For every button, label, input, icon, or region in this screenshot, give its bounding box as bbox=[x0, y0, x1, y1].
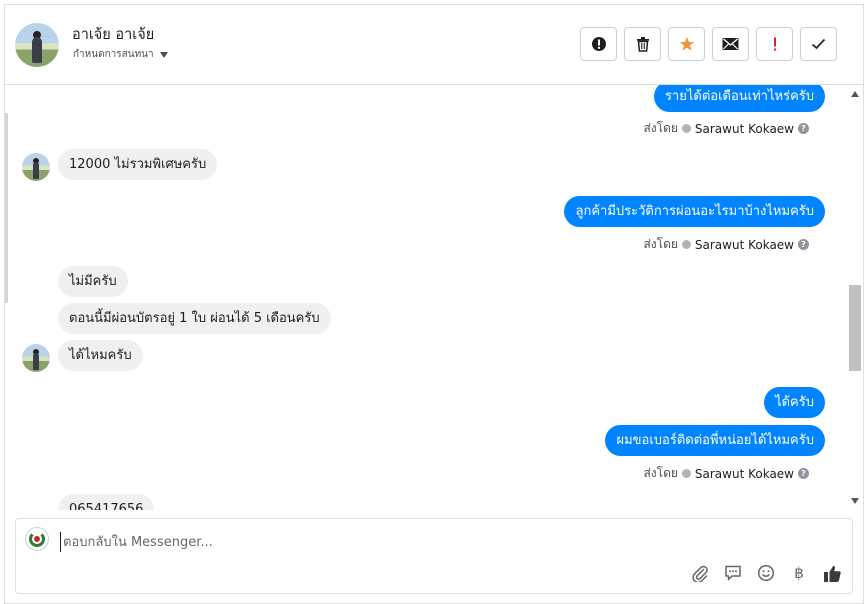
paperclip-icon bbox=[692, 565, 708, 582]
message-outgoing[interactable]: ลูกค้ามีประวัติการผ่อนอะไรมาบ้างไหมครับ bbox=[564, 196, 825, 227]
page-dot-icon bbox=[681, 124, 691, 133]
message-incoming[interactable]: ได้ไหมครับ bbox=[58, 340, 143, 371]
contact-avatar-small[interactable] bbox=[22, 344, 50, 372]
message-incoming[interactable]: 065417656 bbox=[58, 494, 155, 510]
assign-conversation-label: กำหนดการสนทนา bbox=[73, 49, 154, 60]
page-avatar bbox=[25, 527, 49, 551]
composer-tools: ฿ bbox=[690, 563, 842, 583]
attach-button[interactable] bbox=[690, 563, 710, 583]
message-outgoing[interactable]: ได้ครับ bbox=[764, 387, 825, 418]
assign-conversation-dropdown[interactable]: กำหนดการสนทนา bbox=[73, 47, 168, 62]
alert-circle-icon bbox=[591, 37, 606, 51]
caret-down-icon bbox=[159, 51, 168, 58]
trash-icon bbox=[636, 37, 649, 52]
speech-bubble-icon bbox=[725, 565, 741, 581]
message-incoming[interactable]: ตอนนี้มีผ่อนบัตรอยู่ 1 ใบ ผ่อนได้ 5 เดือ… bbox=[58, 303, 331, 334]
conversation-header: อาเจ้ย อาเจ้ย กำหนดการสนทนา bbox=[5, 5, 863, 85]
reply-composer: ฿ bbox=[15, 518, 853, 594]
mark-done-button[interactable] bbox=[800, 27, 837, 61]
sent-by-label: ส่งโดย bbox=[643, 466, 678, 480]
inbox-conversation-panel: อาเจ้ย อาเจ้ย กำหนดการสนทนา รายได้ต่อเดื… bbox=[4, 4, 864, 604]
scrollbar-thumb[interactable] bbox=[849, 285, 861, 371]
like-button[interactable] bbox=[822, 563, 842, 583]
sent-by-line: ส่งโดย Sarawut Kokaew ? bbox=[643, 235, 809, 254]
sent-by-label: ส่งโดย bbox=[643, 121, 678, 135]
help-icon[interactable]: ? bbox=[798, 468, 809, 479]
sent-by-agent[interactable]: Sarawut Kokaew bbox=[695, 122, 794, 136]
smiley-icon bbox=[757, 564, 775, 582]
message-outgoing[interactable]: ผมขอเบอร์ติดต่อพี่หน่อยได้ไหมครับ bbox=[605, 425, 825, 456]
message-incoming[interactable]: 12000 ไม่รวมพิเศษครับ bbox=[58, 149, 218, 180]
sent-by-label: ส่งโดย bbox=[643, 237, 678, 251]
reply-input[interactable] bbox=[60, 532, 760, 552]
sent-by-agent[interactable]: Sarawut Kokaew bbox=[695, 238, 794, 252]
left-edge-divider bbox=[5, 113, 8, 303]
help-icon[interactable]: ? bbox=[798, 123, 809, 134]
baht-icon: ฿ bbox=[794, 564, 804, 582]
delete-button[interactable] bbox=[624, 27, 661, 61]
saved-replies-button[interactable] bbox=[723, 563, 743, 583]
sent-by-agent[interactable]: Sarawut Kokaew bbox=[695, 467, 794, 481]
exclamation-icon bbox=[773, 37, 776, 51]
emoji-button[interactable] bbox=[756, 563, 776, 583]
mark-important-button[interactable] bbox=[580, 27, 617, 61]
sent-by-line: ส่งโดย Sarawut Kokaew ? bbox=[643, 464, 809, 483]
mark-spam-button[interactable] bbox=[756, 27, 793, 61]
message-thread[interactable]: รายได้ต่อเดือนเท่าไหร่ครับ ส่งโดย Sarawu… bbox=[5, 85, 847, 510]
page-dot-icon bbox=[681, 469, 691, 478]
conversation-toolbar bbox=[580, 27, 837, 61]
contact-avatar-small[interactable] bbox=[22, 153, 50, 181]
check-icon bbox=[811, 38, 826, 50]
payment-button[interactable]: ฿ bbox=[789, 563, 809, 583]
sent-by-line: ส่งโดย Sarawut Kokaew ? bbox=[643, 119, 809, 138]
page-dot-icon bbox=[681, 240, 691, 249]
scroll-down-arrow-icon[interactable] bbox=[851, 498, 859, 504]
contact-name[interactable]: อาเจ้ย อาเจ้ย bbox=[72, 23, 154, 46]
follow-up-button[interactable] bbox=[668, 27, 705, 61]
help-icon[interactable]: ? bbox=[798, 239, 809, 250]
scroll-up-arrow-icon[interactable] bbox=[851, 91, 859, 97]
thumbs-up-icon bbox=[823, 565, 841, 582]
thread-scrollbar[interactable] bbox=[847, 85, 863, 510]
message-outgoing[interactable]: รายได้ต่อเดือนเท่าไหร่ครับ bbox=[653, 85, 825, 112]
contact-avatar[interactable] bbox=[15, 23, 59, 67]
star-icon bbox=[679, 37, 694, 51]
message-incoming[interactable]: ไม่มีครับ bbox=[58, 266, 128, 297]
mark-unread-button[interactable] bbox=[712, 27, 749, 61]
envelope-icon bbox=[722, 38, 739, 50]
